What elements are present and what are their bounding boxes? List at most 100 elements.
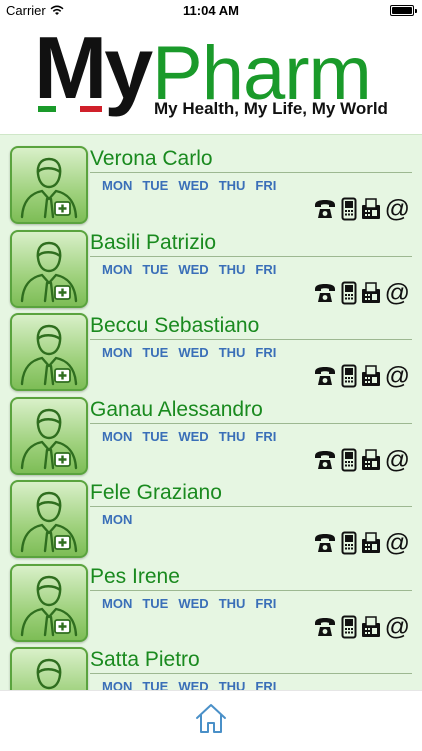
doctor-name: Pes Irene	[90, 564, 180, 588]
doctor-name: Verona Carlo	[90, 147, 213, 170]
divider	[90, 506, 412, 507]
doctor-name: Fele Graziano	[90, 481, 222, 504]
contact-icons: @	[313, 614, 410, 639]
doctor-row[interactable]: Ganau Alessandro MON TUE WED THU FRI @	[0, 386, 422, 475]
day-label: TUE	[142, 178, 169, 193]
doctor-row[interactable]: Beccu Sebastiano MON TUE WED THU FRI @	[0, 302, 422, 391]
contact-icons: @	[313, 531, 410, 556]
doctor-avatar-icon	[10, 647, 88, 691]
mobile-icon[interactable]	[341, 615, 357, 639]
doctor-avatar-icon	[10, 229, 88, 308]
mobile-icon[interactable]	[341, 448, 357, 472]
contact-icons: @	[313, 447, 410, 472]
contact-icons: @	[313, 197, 410, 222]
divider	[90, 422, 412, 424]
fax-icon[interactable]	[361, 365, 381, 387]
fax-icon[interactable]	[361, 281, 381, 304]
day-label: FRI	[255, 345, 277, 360]
day-label: FRI	[255, 178, 277, 193]
doctor-row[interactable]: Verona Carlo MON TUE WED THU FRI @	[0, 135, 422, 224]
divider	[90, 589, 412, 591]
doctor-list[interactable]: Verona Carlo MON TUE WED THU FRI @ Basil…	[0, 134, 422, 691]
email-icon[interactable]: @	[385, 197, 410, 222]
doctor-avatar-icon	[10, 563, 88, 642]
day-label: WED	[178, 595, 209, 611]
day-label: FRI	[255, 428, 277, 444]
days-list: MON	[102, 512, 132, 527]
tagline: My Health, My Life, My World	[154, 99, 388, 118]
mobile-icon[interactable]	[341, 364, 357, 388]
day-label: MON	[102, 178, 133, 193]
status-time: 11:04 AM	[183, 3, 239, 18]
doctor-row[interactable]: Fele Graziano MON @	[0, 469, 422, 558]
email-icon[interactable]: @	[385, 280, 410, 305]
day-label: FRI	[255, 595, 277, 611]
home-icon[interactable]	[194, 701, 228, 735]
divider	[90, 255, 412, 257]
day-label: TUE	[142, 428, 169, 444]
day-label: TUE	[142, 345, 169, 360]
day-label: THU	[218, 595, 246, 611]
doctor-row[interactable]: Basili Patrizio MON TUE WED THU FRI @	[0, 219, 422, 308]
contact-icons: @	[313, 280, 410, 305]
phone-icon[interactable]	[313, 198, 337, 220]
days-list: MON TUE WED THU FRI	[102, 429, 276, 444]
divider	[90, 172, 412, 173]
phone-icon[interactable]	[313, 532, 337, 554]
day-label: WED	[178, 345, 209, 360]
doctor-avatar-icon	[10, 146, 88, 224]
flag-red-stripe	[80, 106, 102, 112]
divider	[90, 673, 412, 674]
day-label: TUE	[142, 261, 169, 277]
day-label: MON	[102, 345, 133, 360]
flag-green-stripe	[38, 106, 56, 112]
day-label: WED	[178, 178, 209, 193]
day-label: MON	[102, 261, 133, 277]
mobile-icon[interactable]	[341, 197, 357, 221]
divider	[90, 339, 412, 340]
logo-my: My	[34, 18, 153, 117]
day-label: MON	[102, 595, 133, 611]
day-label: WED	[178, 261, 209, 277]
fax-icon[interactable]	[361, 615, 381, 638]
doctor-name: Beccu Sebastiano	[90, 314, 260, 337]
day-label: THU	[218, 178, 246, 193]
doctor-avatar-icon	[10, 313, 88, 391]
doctor-row[interactable]: Pes Irene MON TUE WED THU FRI @	[0, 553, 422, 642]
doctor-avatar-icon	[10, 396, 88, 475]
phone-icon[interactable]	[313, 449, 337, 471]
doctor-name: Satta Pietro	[90, 648, 200, 671]
battery-icon	[390, 5, 417, 16]
email-icon[interactable]: @	[385, 364, 410, 389]
phone-icon[interactable]	[313, 616, 337, 638]
doctor-name: Ganau Alessandro	[90, 397, 263, 421]
email-icon[interactable]: @	[385, 531, 410, 556]
fax-icon[interactable]	[361, 198, 381, 220]
contact-icons: @	[313, 364, 410, 389]
phone-icon[interactable]	[313, 282, 337, 304]
tab-bar	[0, 690, 422, 751]
fax-icon[interactable]	[361, 448, 381, 471]
day-label: MON	[102, 428, 133, 444]
email-icon[interactable]: @	[385, 614, 410, 639]
day-label: WED	[178, 428, 209, 444]
app-header: My Pharm My Health, My Life, My World	[0, 22, 422, 134]
day-label: THU	[218, 345, 246, 360]
doctor-name: Basili Patrizio	[90, 230, 217, 254]
day-label: FRI	[255, 261, 277, 277]
doctor-avatar-icon	[10, 480, 88, 558]
days-list: MON TUE WED THU FRI	[102, 178, 276, 193]
days-list: MON TUE WED THU FRI	[102, 596, 276, 611]
mobile-icon[interactable]	[341, 531, 357, 555]
days-list: MON TUE WED THU FRI	[102, 262, 276, 277]
doctor-row[interactable]: Satta Pietro MONTUEWEDTHUFRI @	[0, 636, 422, 691]
day-label: TUE	[142, 595, 169, 611]
fax-icon[interactable]	[361, 532, 381, 554]
day-label: MON	[102, 512, 133, 527]
days-list: MON TUE WED THU FRI	[102, 345, 276, 360]
day-label: THU	[218, 261, 246, 277]
phone-icon[interactable]	[313, 365, 337, 387]
mobile-icon[interactable]	[341, 281, 357, 305]
email-icon[interactable]: @	[385, 447, 410, 472]
day-label: THU	[218, 428, 246, 444]
